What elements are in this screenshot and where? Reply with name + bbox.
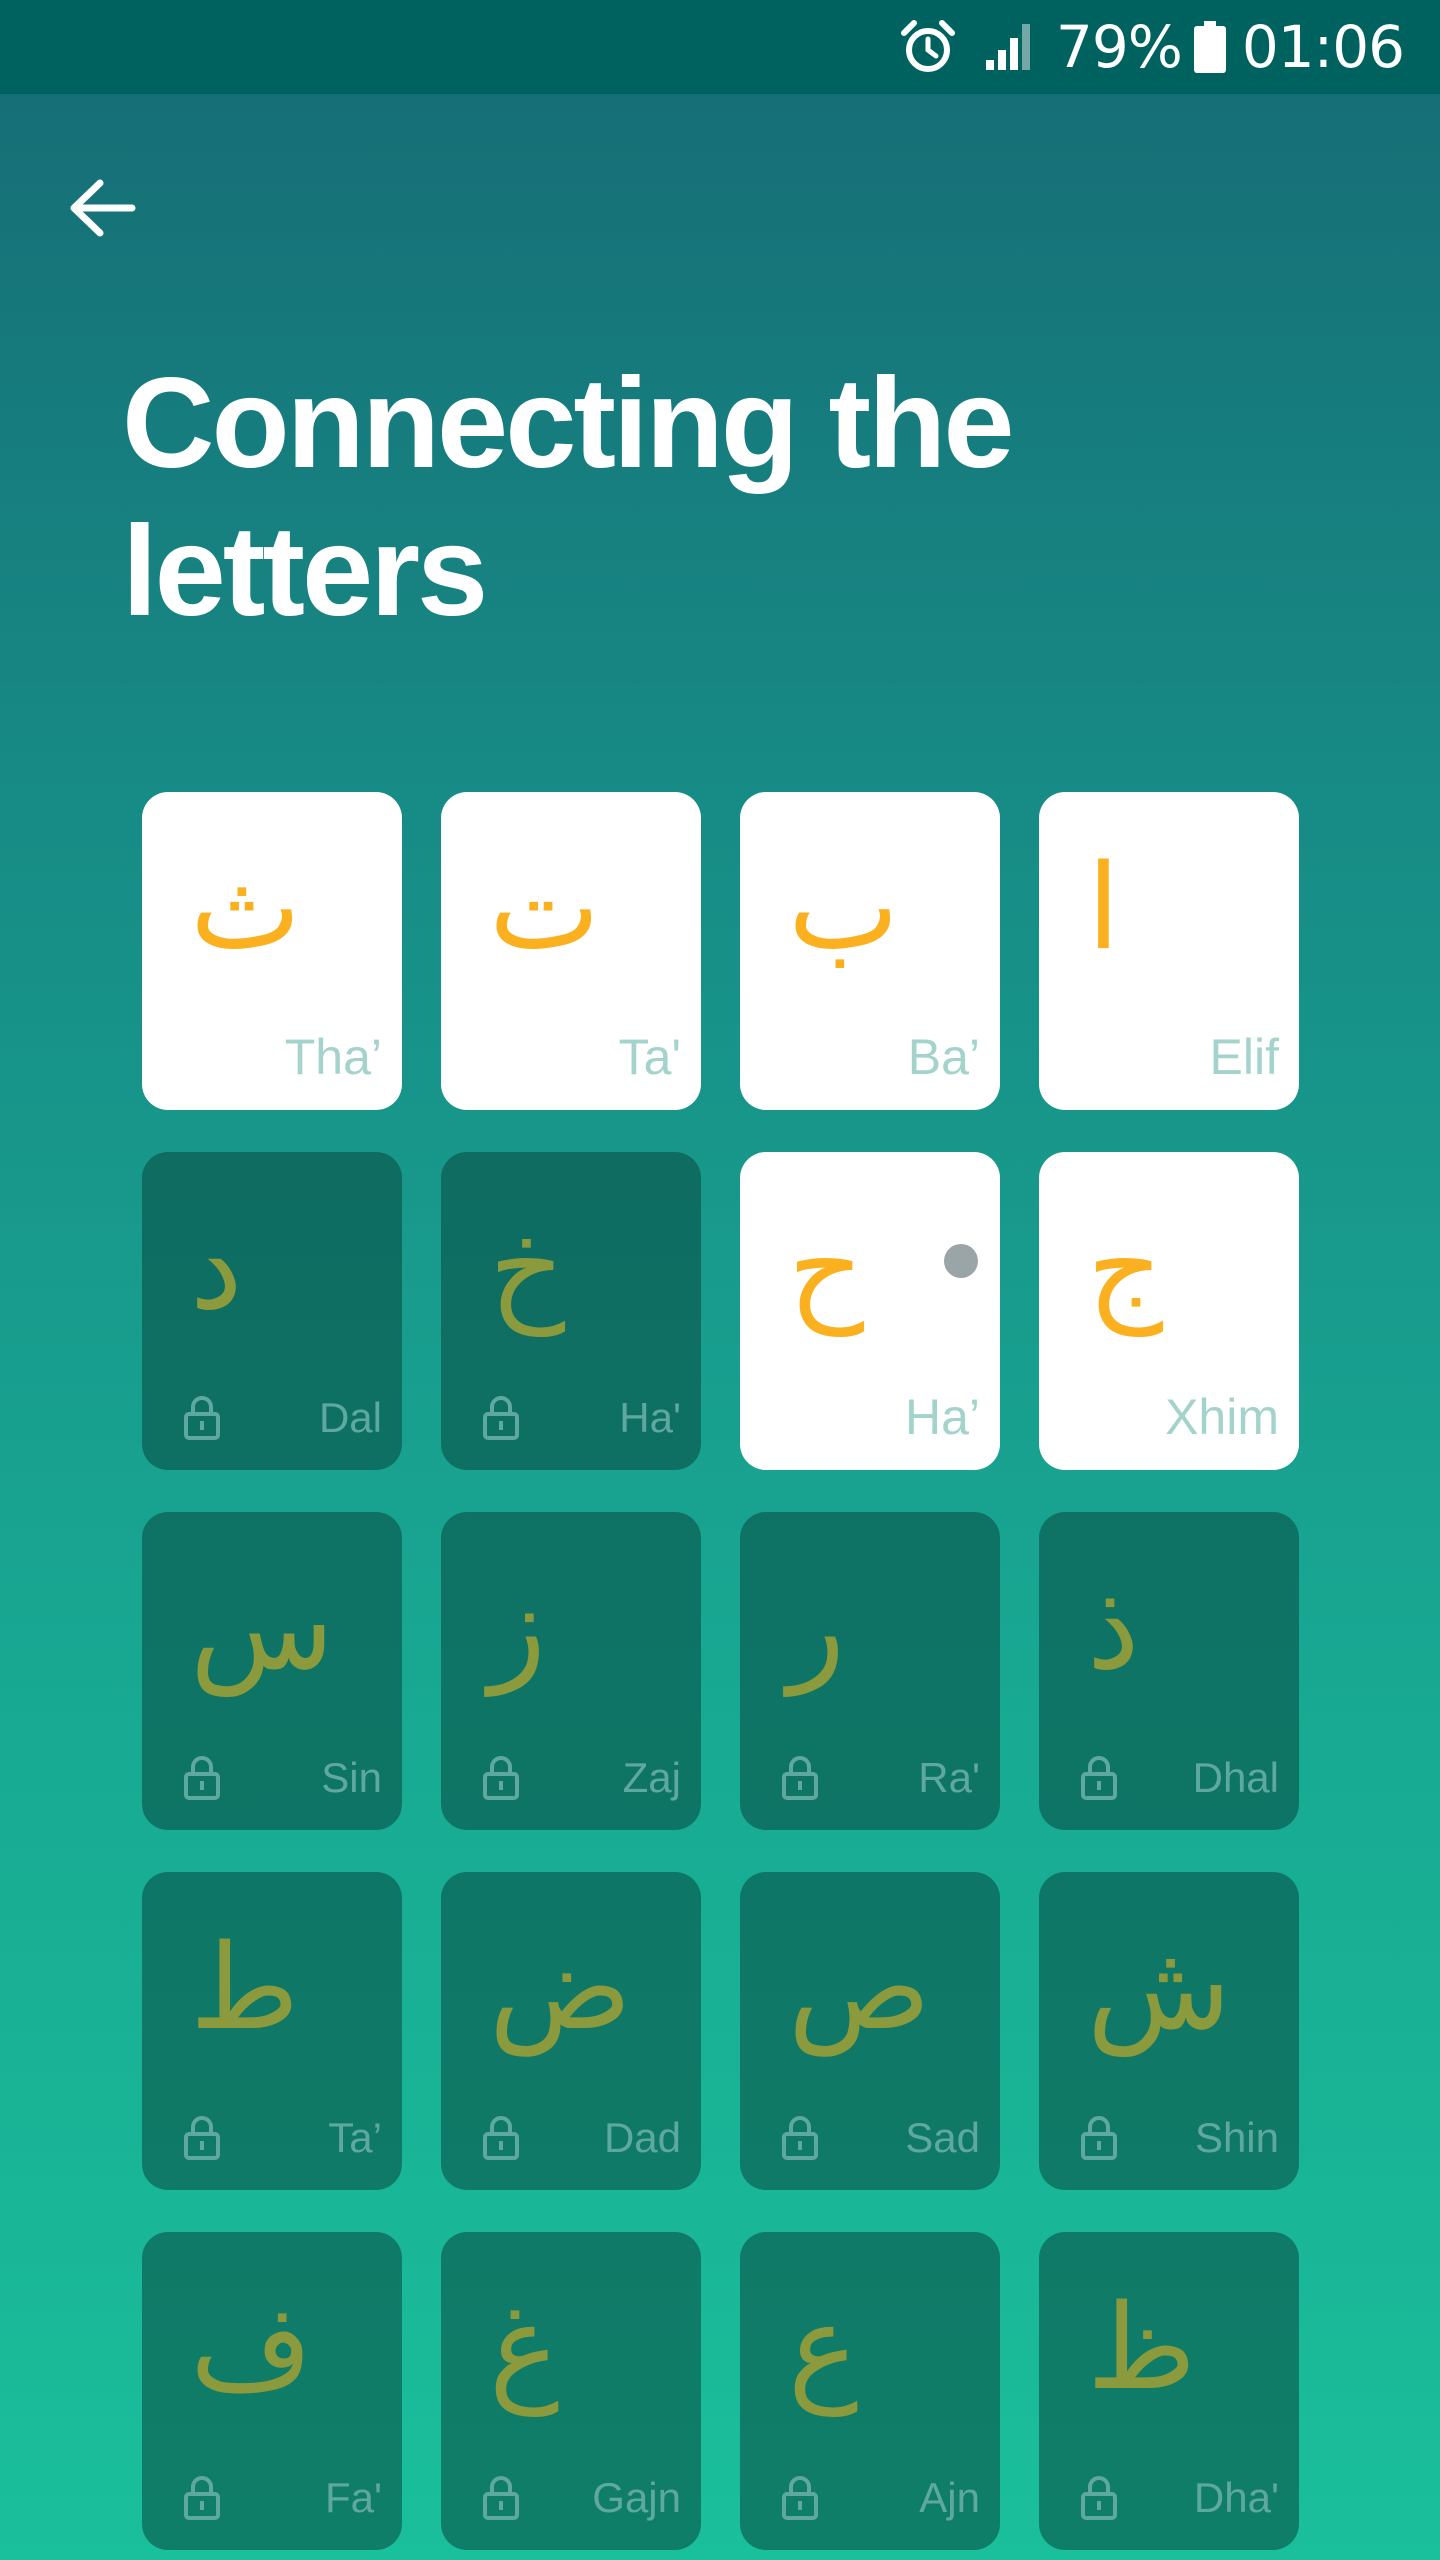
- back-button[interactable]: [60, 165, 146, 251]
- letter-card[interactable]: ز Zaj: [441, 1512, 701, 1830]
- letter-glyph: خ: [489, 1198, 566, 1336]
- letter-card[interactable]: ظ Dha': [1039, 2232, 1299, 2550]
- letter-glyph: س: [190, 1558, 335, 1696]
- lock-icon: [184, 2116, 220, 2160]
- letter-glyph: ز: [489, 1558, 546, 1696]
- letter-card[interactable]: ا Elif: [1039, 792, 1299, 1110]
- letter-name: Sad: [905, 2114, 980, 2161]
- status-time: 01:06: [1241, 13, 1405, 81]
- letter-name: Dad: [603, 2114, 681, 2161]
- lock-icon: [184, 1396, 220, 1440]
- letter-glyph: ص: [788, 1918, 931, 2056]
- page-title: Connecting the letters: [122, 352, 1015, 643]
- letter-glyph: ع: [788, 2278, 859, 2416]
- letter-name: Ta': [618, 1029, 681, 1085]
- lock-icon: [184, 2476, 220, 2520]
- letter-grid: ث Tha’ ت Ta' ب Ba’ ا Elif د Dal خ Ha' ح Ha’ ج Xhim س Sin ز…: [142, 792, 1299, 2550]
- status-bar-right: 79% 01:06: [900, 0, 1405, 94]
- letter-glyph: د: [190, 1198, 243, 1336]
- battery-icon: [1193, 21, 1226, 73]
- letter-card[interactable]: ح Ha’: [740, 1152, 1000, 1470]
- letter-card[interactable]: ض Dad: [441, 1872, 701, 2190]
- letter-name: Ra': [918, 1754, 980, 1801]
- battery-percent: 79%: [1055, 13, 1183, 81]
- letter-name: Dha': [1193, 2474, 1279, 2521]
- letter-name: Ba’: [907, 1029, 980, 1085]
- letter-name: Dhal: [1192, 1754, 1279, 1801]
- signal-icon: [982, 22, 1038, 72]
- letter-card[interactable]: ث Tha’: [142, 792, 402, 1110]
- letter-glyph: ا: [1087, 838, 1120, 976]
- arrow-left-icon: [70, 179, 136, 237]
- letter-glyph: ث: [190, 838, 302, 976]
- lock-icon: [782, 1756, 818, 1800]
- lock-icon: [184, 1756, 220, 1800]
- letter-card[interactable]: ش Shin: [1039, 1872, 1299, 2190]
- lock-icon: [782, 2116, 818, 2160]
- lock-icon: [782, 2476, 818, 2520]
- letter-name: Fa': [324, 2474, 382, 2521]
- letter-glyph: ط: [190, 1918, 300, 2056]
- letter-glyph: ح: [788, 1198, 865, 1336]
- letter-card[interactable]: غ Gajn: [441, 2232, 701, 2550]
- lock-icon: [1081, 2476, 1117, 2520]
- letter-glyph: ر: [788, 1558, 845, 1696]
- letter-card[interactable]: ع Ajn: [740, 2232, 1000, 2550]
- letter-glyph: ب: [788, 838, 900, 976]
- letter-name: Ha': [619, 1394, 681, 1441]
- letter-name: Sin: [321, 1754, 382, 1801]
- lock-icon: [483, 1756, 519, 1800]
- alarm-icon: [900, 19, 956, 75]
- letter-name: Dal: [318, 1394, 382, 1441]
- letter-name: Xhim: [1165, 1389, 1279, 1445]
- letter-glyph: غ: [489, 2278, 560, 2416]
- letter-card[interactable]: ط Ta’: [142, 1872, 402, 2190]
- lock-icon: [1081, 1756, 1117, 1800]
- letter-glyph: ظ: [1087, 2278, 1197, 2416]
- letter-glyph: ت: [489, 838, 601, 976]
- letter-glyph: ج: [1087, 1198, 1164, 1336]
- status-bar: 79% 01:06: [0, 0, 1440, 94]
- lock-icon: [483, 2116, 519, 2160]
- lock-icon: [483, 1396, 519, 1440]
- lock-icon: [1081, 2116, 1117, 2160]
- letter-glyph: ض: [489, 1918, 632, 2056]
- letter-card[interactable]: ف Fa': [142, 2232, 402, 2550]
- letter-glyph: ش: [1087, 1918, 1232, 2056]
- letter-name: Tha’: [284, 1029, 382, 1085]
- letter-name: Gajn: [592, 2474, 681, 2521]
- lock-icon: [483, 2476, 519, 2520]
- letter-card[interactable]: ر Ra': [740, 1512, 1000, 1830]
- letter-name: Ajn: [919, 2474, 980, 2521]
- letter-name: Shin: [1194, 2114, 1279, 2161]
- letter-glyph: ذ: [1087, 1558, 1140, 1696]
- letter-glyph: ف: [190, 2278, 313, 2416]
- letter-card[interactable]: ت Ta': [441, 792, 701, 1110]
- letter-name: Zaj: [622, 1754, 681, 1801]
- letter-card[interactable]: ص Sad: [740, 1872, 1000, 2190]
- letter-name: Elif: [1209, 1029, 1279, 1085]
- letter-card[interactable]: ب Ba’: [740, 792, 1000, 1110]
- letter-name: Ha’: [904, 1389, 980, 1445]
- letter-card[interactable]: خ Ha': [441, 1152, 701, 1470]
- letter-card[interactable]: ذ Dhal: [1039, 1512, 1299, 1830]
- new-indicator-dot: [944, 1244, 978, 1278]
- letter-name: Ta’: [328, 2114, 382, 2161]
- letter-card[interactable]: ج Xhim: [1039, 1152, 1299, 1470]
- letter-card[interactable]: س Sin: [142, 1512, 402, 1830]
- letter-card[interactable]: د Dal: [142, 1152, 402, 1470]
